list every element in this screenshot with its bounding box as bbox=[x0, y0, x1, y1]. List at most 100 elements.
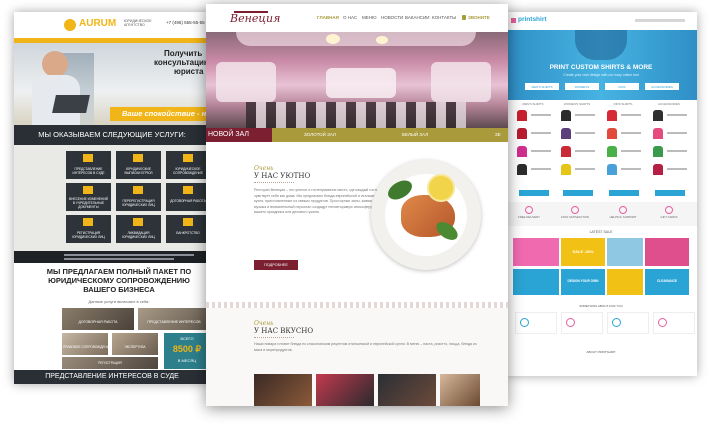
food-photo[interactable] bbox=[440, 374, 480, 406]
promo-tile[interactable]: SALE -30% bbox=[561, 238, 605, 266]
service-card[interactable] bbox=[515, 312, 557, 334]
service-tile[interactable]: РЕГИСТРАЦИЯ ЮРИДИЧЕСКИХ ЛИЦ bbox=[66, 215, 111, 243]
promo-tile[interactable] bbox=[513, 269, 559, 295]
shirt-thumbnail[interactable] bbox=[517, 110, 527, 121]
services-title-bar: МЫ ОКАЗЫВАЕМ СЛЕДУЮЩИЕ УСЛУГИ: bbox=[14, 125, 210, 145]
aurum-logo-subtitle: ЮРИДИЧЕСКОЕ АГЕНТСТВО bbox=[124, 19, 152, 27]
service-tile[interactable]: ЮРИДИЧЕСКОЕ СОПРОВОЖДЕНИЕ bbox=[166, 151, 210, 179]
shirt-thumbnail[interactable] bbox=[561, 110, 571, 121]
contract-icon bbox=[183, 186, 193, 194]
shirt-thumbnail[interactable] bbox=[607, 164, 617, 175]
shirt-thumbnail[interactable] bbox=[561, 164, 571, 175]
nav-item-menu[interactable]: МЕНЮ bbox=[362, 15, 377, 20]
aurum-logo-icon bbox=[64, 19, 76, 31]
package-subtitle: Данные услуги включают в себя: bbox=[88, 299, 150, 304]
phone-link[interactable]: ЗВОНИТЕ bbox=[468, 15, 490, 20]
column-header: WOMEN'S SHIRTS bbox=[563, 102, 591, 106]
text-line bbox=[64, 254, 194, 256]
promo-tile[interactable] bbox=[607, 238, 643, 266]
shirt-thumbnail[interactable] bbox=[607, 146, 617, 157]
shirt-thumbnail[interactable] bbox=[561, 128, 571, 139]
view-more-button[interactable] bbox=[519, 190, 549, 196]
column-header: KIDS SHIRTS bbox=[613, 102, 633, 106]
shipping-icon bbox=[658, 318, 667, 327]
aurum-hero: Получить консультацию юриста Ваше спокой… bbox=[14, 43, 210, 125]
hero-button[interactable]: MEN'S SHIRTS bbox=[525, 83, 559, 90]
chandelier bbox=[376, 36, 388, 44]
promo-tile[interactable] bbox=[645, 238, 689, 266]
shirt-thumbnail[interactable] bbox=[517, 146, 527, 157]
photo-tile[interactable]: ЭКСПЕРТИЗА bbox=[112, 333, 158, 355]
aurum-header: AURUM ЮРИДИЧЕСКОЕ АГЕНТСТВО +7 (495) 555… bbox=[14, 12, 210, 38]
shirt-thumbnail[interactable] bbox=[607, 110, 617, 121]
aurum-phone[interactable]: +7 (495) 555-55-55 bbox=[166, 20, 205, 25]
table-setting bbox=[326, 68, 396, 98]
services-grid: ПРЕДСТАВЛЕНИЕ ИНТЕРЕСОВ В СУДЕ ЮРИДИЧЕСК… bbox=[14, 145, 210, 251]
promo-tile[interactable]: CLEARANCE bbox=[645, 269, 689, 295]
service-tile[interactable]: ЮРИДИЧЕСКИЕ ВЫПИСКИ ЕГРЮЛ bbox=[116, 151, 161, 179]
printshirt-hero: PRINT CUSTOM SHIRTS & MORE Create your o… bbox=[505, 30, 697, 100]
view-more-button[interactable] bbox=[609, 190, 639, 196]
service-tile-label: ВНЕСЕНИЕ ИЗМЕНЕНИЙ В УЧРЕДИТЕЛЬНЫЕ ДОКУМ… bbox=[69, 197, 108, 209]
tab-white-hall[interactable]: БЕЛЫЙ ЗАЛ bbox=[402, 132, 428, 137]
service-tile[interactable]: ПЕРЕРЕГИСТРАЦИЯ ЮРИДИЧЕСКИХ ЛИЦ bbox=[116, 183, 161, 211]
photo-tile[interactable]: ПРАВОВОЕ СОПРОВОЖДЕНИЕ bbox=[62, 333, 111, 355]
nav-item-home[interactable]: ГЛАВНАЯ bbox=[317, 15, 339, 20]
hero-button[interactable]: WOMEN'S bbox=[565, 83, 599, 90]
promo-label: DESIGN YOUR OWN bbox=[567, 279, 599, 283]
tab-active[interactable]: НОВОЙ ЗАЛ bbox=[206, 128, 272, 142]
tab-golden-hall[interactable]: ЗОЛОТОЙ ЗАЛ bbox=[304, 132, 336, 137]
shirt-thumbnail[interactable] bbox=[653, 164, 663, 175]
nav-item-vacancies[interactable]: ВАКАНСИИ bbox=[405, 15, 429, 20]
section1-text: Ресторан Венеция – это уютное и гостепри… bbox=[254, 188, 382, 214]
nav-item-news[interactable]: НОВОСТИ bbox=[381, 15, 403, 20]
service-tile[interactable]: ПРЕДСТАВЛЕНИЕ ИНТЕРЕСОВ В СУДЕ bbox=[66, 151, 111, 179]
hero-button-label: MEN'S SHIRTS bbox=[531, 84, 553, 89]
shirt-thumbnail[interactable] bbox=[653, 110, 663, 121]
service-tile[interactable]: ВНЕСЕНИЕ ИЗМЕНЕНИЙ В УЧРЕДИТЕЛЬНЫЕ ДОКУМ… bbox=[66, 183, 111, 211]
view-more-button[interactable] bbox=[563, 190, 593, 196]
shirt-thumbnail[interactable] bbox=[607, 128, 617, 139]
service-tile-label: ЮРИДИЧЕСКОЕ СОПРОВОЖДЕНИЕ bbox=[173, 167, 203, 175]
shirt-thumbnail[interactable] bbox=[517, 164, 527, 175]
hero-button[interactable]: ACCESSORIES bbox=[645, 83, 679, 90]
thumb-icon bbox=[571, 206, 579, 214]
photo-tile[interactable]: ДОГОВОРНАЯ РАБОТА bbox=[62, 308, 134, 330]
more-button-label: ПОДРОБНЕЕ bbox=[264, 263, 288, 267]
price-tile[interactable]: ВСЕГО 8500 ₽ В МЕСЯЦ bbox=[164, 333, 210, 369]
food-photo[interactable] bbox=[254, 374, 312, 406]
model-photo bbox=[575, 30, 627, 60]
hero-button-label: ACCESSORIES bbox=[651, 84, 673, 89]
header-menu[interactable] bbox=[635, 19, 685, 22]
promo-tile[interactable]: DESIGN YOUR OWN bbox=[561, 269, 605, 295]
shirt-thumbnail[interactable] bbox=[653, 128, 663, 139]
food-photo[interactable] bbox=[378, 374, 436, 406]
photo-tile[interactable]: ПРЕДСТАВЛЕНИЕ ИНТЕРЕСОВ bbox=[138, 308, 210, 330]
text-line bbox=[667, 168, 687, 170]
table-setting bbox=[216, 62, 276, 102]
view-more-button[interactable] bbox=[655, 190, 685, 196]
service-card[interactable] bbox=[653, 312, 695, 334]
hero-button[interactable]: KIDS bbox=[605, 83, 639, 90]
ceiling-drapes bbox=[236, 32, 476, 46]
photo-tile[interactable]: РЕГИСТРАЦИЯ bbox=[62, 357, 158, 369]
promo-tile[interactable] bbox=[607, 269, 643, 295]
promo-tile[interactable] bbox=[513, 238, 559, 266]
plate bbox=[371, 160, 481, 270]
service-tile[interactable]: БАНКРОТСТВО bbox=[166, 215, 210, 243]
shirt-thumbnail[interactable] bbox=[653, 146, 663, 157]
service-tile[interactable]: ДОГОВОРНАЯ РАБОТА bbox=[166, 183, 210, 211]
shirt-thumbnail[interactable] bbox=[517, 128, 527, 139]
service-tile-label: БАНКРОТСТВО bbox=[176, 231, 200, 235]
food-photo[interactable] bbox=[316, 374, 374, 406]
feature-label: HELPFUL SUPPORT bbox=[609, 215, 637, 219]
nav-item-about[interactable]: О НАС bbox=[343, 15, 357, 20]
service-tile[interactable]: ЛИКВИДАЦИЯ ЮРИДИЧЕСКИХ ЛИЦ bbox=[116, 215, 161, 243]
service-card[interactable] bbox=[561, 312, 603, 334]
nav-item-contacts[interactable]: КОНТАКТЫ bbox=[432, 15, 456, 20]
service-card[interactable] bbox=[607, 312, 649, 334]
tab-next-hall[interactable]: ЗЕ bbox=[495, 132, 501, 137]
services-label: SOMETHING ABOUT FOR YOU bbox=[579, 304, 623, 308]
shirt-thumbnail[interactable] bbox=[561, 146, 571, 157]
more-button[interactable]: ПОДРОБНЕЕ bbox=[254, 260, 298, 270]
